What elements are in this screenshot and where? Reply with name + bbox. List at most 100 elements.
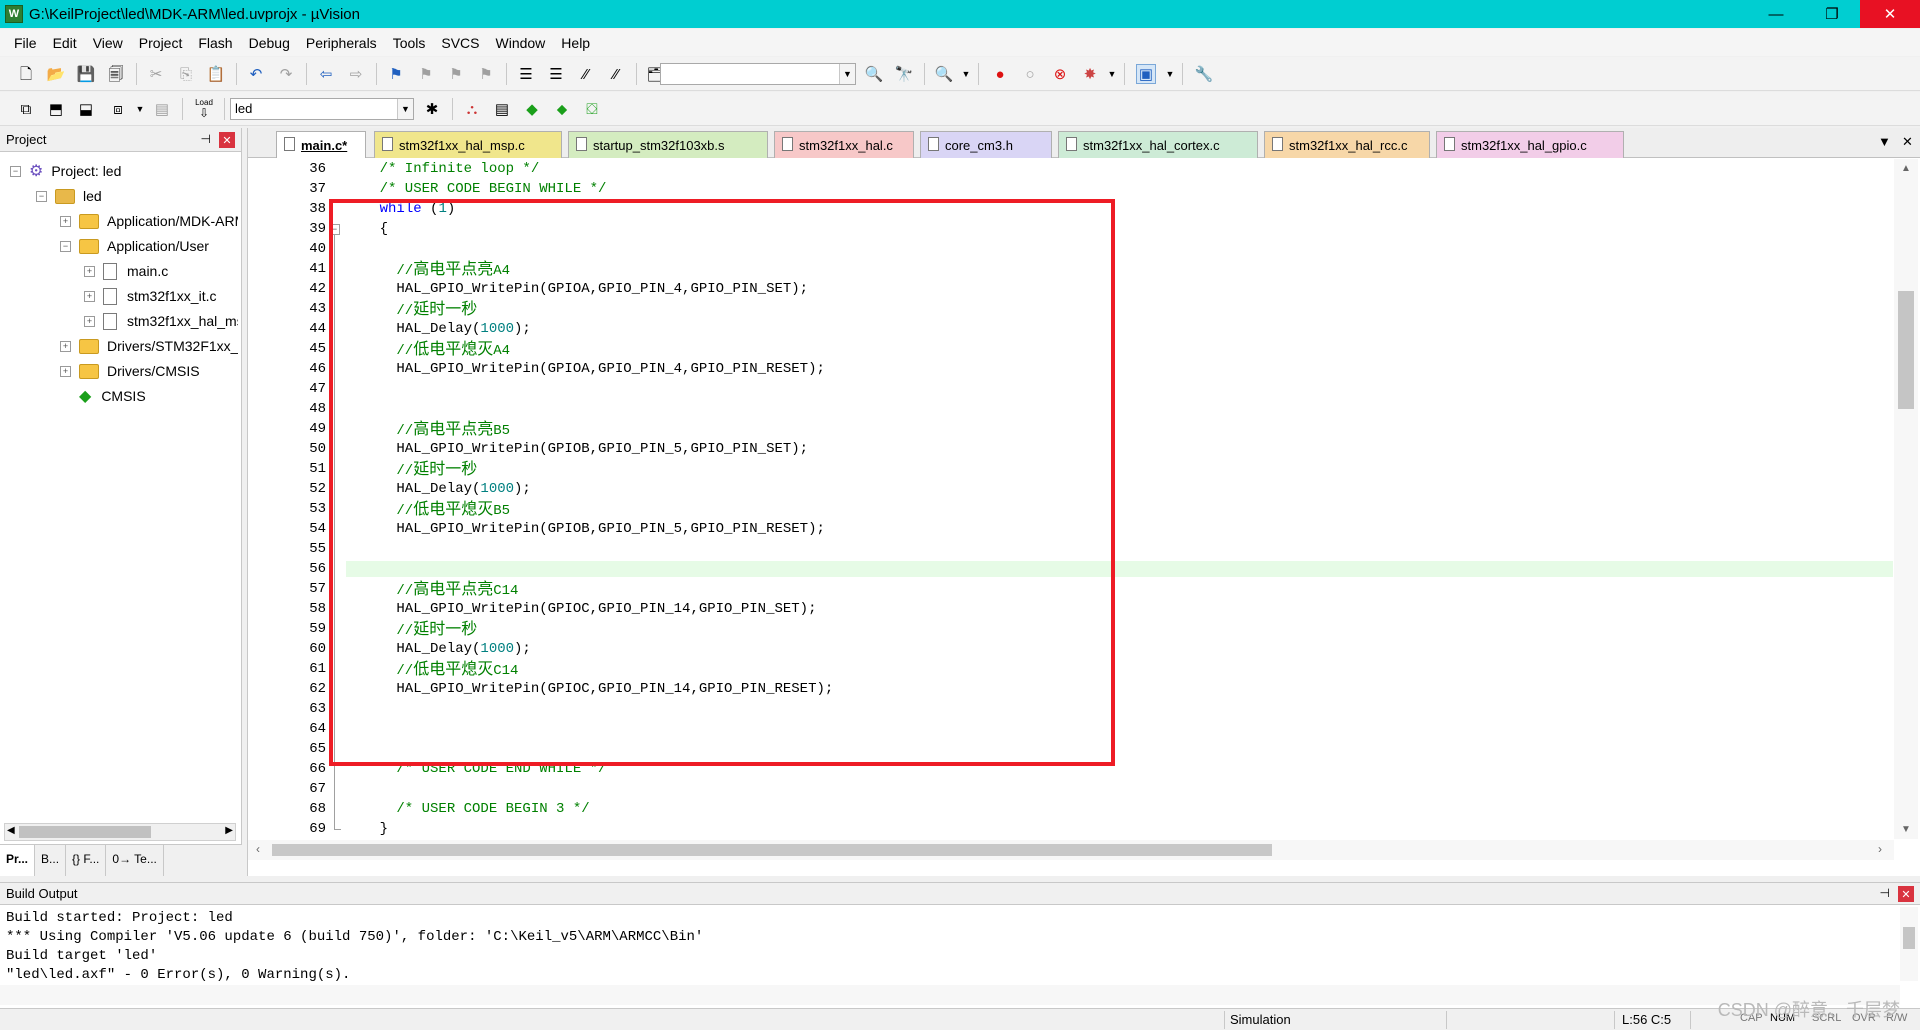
editor-tab[interactable]: stm32f1xx_hal_rcc.c [1264,131,1430,158]
kill-breakpoints-icon[interactable]: ✸ [1080,64,1100,84]
project-hscrollbar[interactable]: ◀ ▶ [4,823,236,841]
expand-icon[interactable]: + [60,215,71,227]
code-area[interactable]: /* Infinite loop */ /* USER CODE BEGIN W… [346,159,1893,839]
editor-tab[interactable]: stm32f1xx_hal_cortex.c [1058,131,1258,158]
indent-icon[interactable]: ☰ [516,64,536,84]
insert-breakpoint-icon[interactable]: ● [990,64,1010,84]
undo-icon[interactable]: ↶ [246,64,266,84]
navigate-forward-icon[interactable]: ⇨ [346,64,366,84]
code-line[interactable]: HAL_Delay(1000); [346,321,1893,337]
editor-tab[interactable]: core_cm3.h [920,131,1052,158]
build-output-hscrollbar[interactable] [0,985,1900,1005]
expand-icon[interactable]: + [60,340,71,352]
paste-icon[interactable]: 📋 [206,64,226,84]
debug-dropdown-icon[interactable]: ▼ [956,64,976,84]
collapse-icon[interactable]: − [10,165,21,177]
configure-icon[interactable]: 🔧 [1194,64,1214,84]
tree-item[interactable]: ◆ CMSIS [60,385,146,407]
close-window-button[interactable]: ✕ [1860,0,1920,28]
code-line[interactable]: //低电平熄灭C14 [346,661,1893,680]
functions-tab[interactable]: {} F... [66,845,107,876]
code-line[interactable]: HAL_GPIO_WritePin(GPIOC,GPIO_PIN_14,GPIO… [346,681,1893,697]
uvision-app-icon[interactable]: W [5,5,23,23]
tab-list-icon[interactable]: ▼ [1878,134,1891,149]
menu-svcs[interactable]: SVCS [433,35,487,51]
tree-item[interactable]: + Drivers/STM32F1xx_HAL_Driver [60,335,238,357]
prev-bookmark-icon[interactable]: ⚑ [416,64,436,84]
manage-project-items-icon[interactable]: ⛬ [462,99,482,119]
code-line[interactable]: HAL_GPIO_WritePin(GPIOC,GPIO_PIN_14,GPIO… [346,601,1893,617]
expand-icon[interactable]: + [84,265,95,277]
uncomment-icon[interactable]: ⁄⁄ [606,64,626,84]
collapse-icon[interactable]: − [36,190,47,202]
load-icon[interactable]: Load ⇩ [194,99,214,120]
rebuild-icon[interactable]: ⬓ [76,99,96,119]
menu-project[interactable]: Project [131,35,191,51]
close-panel-icon[interactable]: ✕ [1898,886,1914,902]
copy-icon[interactable]: ⎘ [176,64,196,84]
code-line[interactable] [346,741,1893,757]
batch-build-icon[interactable]: ⧈ [108,99,128,119]
code-line[interactable]: /* USER CODE END WHILE */ [346,761,1893,777]
redo-icon[interactable]: ↷ [276,64,296,84]
code-line[interactable] [346,721,1893,737]
bookmark-icon[interactable]: ⚑ [386,64,406,84]
code-line[interactable]: HAL_Delay(1000); [346,481,1893,497]
code-line[interactable] [346,781,1893,797]
code-line[interactable] [346,541,1893,557]
target-select[interactable]: led ▼ [230,98,414,120]
code-line[interactable]: //延时一秒 [346,461,1893,480]
menu-help[interactable]: Help [553,35,598,51]
code-line[interactable]: HAL_GPIO_WritePin(GPIOB,GPIO_PIN_5,GPIO_… [346,521,1893,537]
unindent-icon[interactable]: ☰ [546,64,566,84]
code-line[interactable]: //低电平熄灭B5 [346,501,1893,520]
expand-icon[interactable]: + [84,290,95,302]
tree-item[interactable]: − led [36,185,102,207]
code-line[interactable]: //高电平点亮B5 [346,421,1893,440]
enable-breakpoint-icon[interactable]: ○ [1020,64,1040,84]
menu-peripherals[interactable]: Peripherals [298,35,385,51]
code-line[interactable]: //高电平点亮A4 [346,261,1893,280]
menu-flash[interactable]: Flash [190,35,240,51]
save-icon[interactable]: 💾 [76,64,96,84]
code-line[interactable]: //延时一秒 [346,621,1893,640]
code-line[interactable] [346,241,1893,257]
code-line[interactable] [346,701,1893,717]
close-tab-icon[interactable]: ✕ [1902,134,1913,150]
project-tab[interactable]: Pr... [0,845,36,876]
menu-file[interactable]: File [6,35,45,51]
build-icon[interactable]: ⬒ [46,99,66,119]
code-line[interactable]: //高电平点亮C14 [346,581,1893,600]
open-file-icon[interactable]: 📂 [46,64,66,84]
editor-tab[interactable]: main.c* [276,131,366,158]
target-options-icon[interactable]: ✱ [422,99,442,119]
code-line[interactable]: /* USER CODE BEGIN 3 */ [346,801,1893,817]
current-code-line[interactable] [346,561,1893,577]
editor-hscrollbar[interactable]: ‹ › [248,840,1894,860]
code-line[interactable] [346,381,1893,397]
menu-edit[interactable]: Edit [45,35,85,51]
tree-item[interactable]: + Drivers/CMSIS [60,360,200,382]
navigate-back-icon[interactable]: ⇦ [316,64,336,84]
code-line[interactable]: HAL_GPIO_WritePin(GPIOB,GPIO_PIN_5,GPIO_… [346,441,1893,457]
select-packs-icon[interactable]: ◆ [522,99,542,119]
comment-icon[interactable]: ⁄⁄ [576,64,596,84]
code-line[interactable]: HAL_Delay(1000); [346,641,1893,657]
clear-bookmarks-icon[interactable]: ⚑ [476,64,496,84]
expand-icon[interactable]: + [84,315,95,327]
code-line[interactable]: while (1) [346,201,1893,217]
manage-runtime-icon[interactable]: ▤ [492,99,512,119]
tree-item[interactable]: + Application/MDK-ARM [60,210,238,232]
code-line[interactable]: /* USER CODE BEGIN WHILE */ [346,181,1893,197]
code-line[interactable]: } [346,821,1893,837]
editor-vscrollbar[interactable]: ▲ ▼ [1894,159,1918,839]
new-file-icon[interactable]: 🗋 [16,64,36,84]
menu-window[interactable]: Window [488,35,554,51]
menu-debug[interactable]: Debug [241,35,298,51]
editor-tab[interactable]: stm32f1xx_hal_gpio.c [1436,131,1624,158]
tree-item[interactable]: − ⚙ Project: led [10,160,121,182]
templates-tab[interactable]: 0→ Te... [106,845,164,876]
code-line[interactable]: HAL_GPIO_WritePin(GPIOA,GPIO_PIN_4,GPIO_… [346,361,1893,377]
pin-icon[interactable]: ⊣ [1880,886,1890,900]
restore-button[interactable]: ❐ [1804,0,1860,28]
